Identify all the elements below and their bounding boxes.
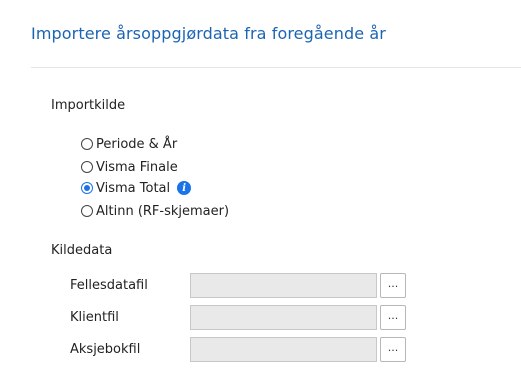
- radio-label: Visma Total: [96, 180, 171, 196]
- radio-button[interactable]: [81, 182, 93, 194]
- klientfil-input[interactable]: [190, 305, 377, 330]
- radio-label: Visma Finale: [96, 159, 178, 175]
- aksjebokfil-input[interactable]: [190, 337, 377, 362]
- file-row-aksjebokfil: Aksjebokfil ...: [0, 337, 521, 363]
- info-icon[interactable]: i: [177, 181, 192, 195]
- file-row-fellesdatafil: Fellesdatafil ...: [0, 273, 521, 299]
- dialog-title: Importere årsoppgjørdata fra foregående …: [31, 24, 386, 43]
- radio-button[interactable]: [81, 161, 93, 173]
- browse-button[interactable]: ...: [380, 273, 406, 298]
- browse-button[interactable]: ...: [380, 337, 406, 362]
- radio-label: Periode & År: [96, 136, 178, 152]
- field-label: Fellesdatafil: [70, 278, 148, 293]
- title-divider: [31, 67, 521, 68]
- file-row-klientfil: Klientfil ...: [0, 305, 521, 331]
- radio-button[interactable]: [81, 138, 93, 150]
- radio-altinn[interactable]: Altinn (RF-skjemaer): [81, 202, 229, 220]
- radio-button[interactable]: [81, 205, 93, 217]
- radio-visma-finale[interactable]: Visma Finale: [81, 158, 178, 176]
- import-source-label: Importkilde: [51, 98, 126, 113]
- radio-periode-ar[interactable]: Periode & År: [81, 135, 177, 153]
- browse-button[interactable]: ...: [380, 305, 406, 330]
- radio-visma-total[interactable]: Visma Total i: [81, 179, 192, 197]
- radio-label: Altinn (RF-skjemaer): [96, 203, 230, 219]
- source-data-label: Kildedata: [51, 243, 113, 258]
- field-label: Aksjebokfil: [70, 342, 141, 357]
- field-label: Klientfil: [70, 310, 119, 325]
- fellesdatafil-input[interactable]: [190, 273, 377, 298]
